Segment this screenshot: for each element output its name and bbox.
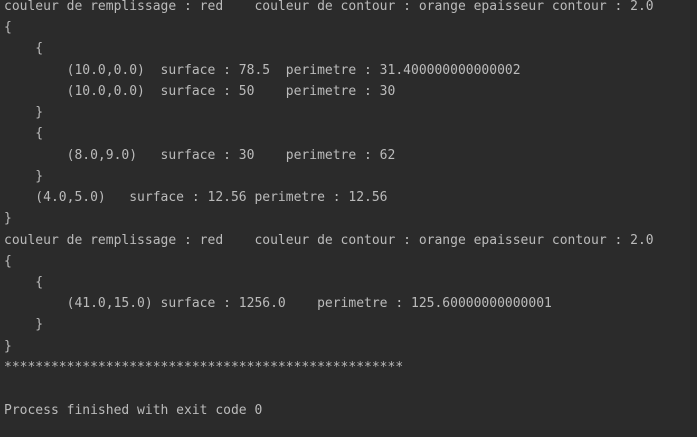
- console-line: (4.0,5.0) surface : 12.56 perimetre : 12…: [4, 190, 388, 205]
- console-line: }: [4, 339, 12, 354]
- console-line: (10.0,0.0) surface : 78.5 perimetre : 31…: [4, 63, 521, 78]
- console-line: }: [4, 211, 12, 226]
- console-line: ****************************************…: [4, 360, 404, 375]
- console-line: }: [4, 105, 44, 120]
- console-line: (10.0,0.0) surface : 50 perimetre : 30: [4, 84, 396, 99]
- console-line: }: [4, 169, 44, 184]
- console-line: {: [4, 20, 12, 35]
- console-line: (8.0,9.0) surface : 30 perimetre : 62: [4, 148, 396, 163]
- console-line: (41.0,15.0) surface : 1256.0 perimetre :…: [4, 296, 552, 311]
- console-line: {: [4, 126, 44, 141]
- process-exit-message: Process finished with exit code 0: [4, 403, 263, 418]
- console-line: {: [4, 41, 44, 56]
- console-line: couleur de remplissage : red couleur de …: [4, 233, 654, 248]
- console-line: couleur de remplissage : red couleur de …: [4, 0, 654, 14]
- console-line: {: [4, 275, 44, 290]
- console-output: couleur de remplissage : red couleur de …: [0, 0, 697, 437]
- console-line: {: [4, 254, 12, 269]
- console-line: }: [4, 317, 44, 332]
